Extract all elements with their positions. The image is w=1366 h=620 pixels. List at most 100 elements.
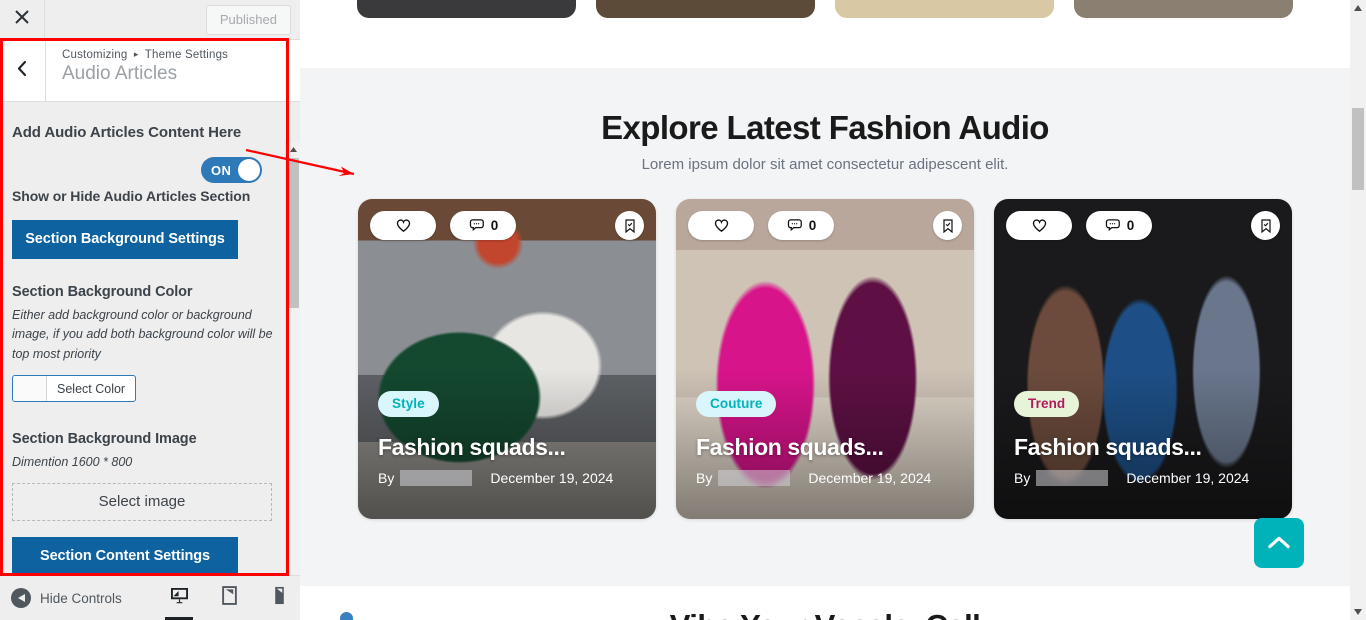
partial-card[interactable] — [596, 0, 815, 18]
color-swatch[interactable] — [13, 376, 47, 402]
customizer-controls: Add Audio Articles Content Here ON Show … — [0, 102, 300, 575]
device-preview-switcher — [165, 584, 292, 620]
comment-button[interactable]: 0 — [1086, 211, 1152, 240]
publish-date: December 19, 2024 — [1126, 470, 1250, 486]
heart-icon — [1031, 217, 1048, 234]
toggle-label: Show or Hide Audio Articles Section — [12, 188, 251, 204]
breadcrumb-root[interactable]: Customizing — [62, 49, 127, 61]
sidebar-scrollbar[interactable] — [285, 142, 300, 575]
bookmark-button[interactable] — [933, 211, 962, 240]
breadcrumb[interactable]: Customizing ▸ Theme Settings — [62, 49, 228, 61]
author-name-redacted[interactable] — [1036, 470, 1109, 486]
comment-count: 0 — [490, 218, 499, 233]
comment-count: 0 — [1126, 218, 1135, 233]
device-mobile-button[interactable] — [266, 584, 292, 612]
audio-articles-section: Explore Latest Fashion Audio Lorem ipsum… — [300, 68, 1350, 586]
background-image-title: Section Background Image — [12, 431, 197, 448]
show-hide-section-toggle[interactable]: ON — [201, 157, 262, 183]
customizer-screen: Explore Latest Fashion Audio Lorem ipsum… — [0, 0, 1366, 620]
bookmark-check-icon — [940, 218, 956, 234]
comment-button[interactable]: 0 — [450, 211, 516, 240]
next-section-title: Vibe Your Vocals, Call — [300, 608, 1350, 620]
bookmark-button[interactable] — [615, 211, 644, 240]
scroll-to-top-button[interactable] — [1254, 518, 1304, 568]
audio-article-card[interactable]: 0 Style Fashion squads... By December 19… — [358, 199, 656, 519]
toggle-state-label: ON — [211, 162, 232, 178]
audio-article-card[interactable]: 0 Trend Fashion squads... By December 19… — [994, 199, 1292, 519]
audio-article-card[interactable]: 0 Couture Fashion squads... By December … — [676, 199, 974, 519]
panel-header-text: Customizing ▸ Theme Settings Audio Artic… — [46, 40, 228, 101]
caret-left-circle-icon — [11, 588, 31, 608]
next-section-partial: Vibe Your Vocals, Call — [300, 586, 1350, 620]
by-label: By — [696, 470, 713, 486]
close-icon — [15, 10, 29, 29]
comment-bubble-icon — [1104, 217, 1121, 234]
device-desktop-button[interactable] — [165, 584, 193, 620]
sidebar-scrollbar-thumb[interactable] — [288, 158, 299, 308]
site-preview: Explore Latest Fashion Audio Lorem ipsum… — [300, 0, 1366, 620]
breadcrumb-parent[interactable]: Theme Settings — [145, 49, 228, 61]
comment-bubble-icon — [786, 217, 803, 234]
partial-card[interactable] — [1074, 0, 1293, 18]
category-badge[interactable]: Trend — [1014, 391, 1080, 417]
audio-article-card-grid: 0 Style Fashion squads... By December 19… — [300, 199, 1350, 519]
panel-title: Audio Articles — [62, 63, 178, 84]
card-meta: By December 19, 2024 — [1014, 470, 1276, 486]
like-button[interactable] — [688, 211, 754, 240]
card-meta: By December 19, 2024 — [696, 470, 958, 486]
chevron-left-icon — [16, 60, 29, 82]
author-name-redacted[interactable] — [718, 470, 791, 486]
card-title[interactable]: Fashion squads... — [696, 434, 958, 461]
preview-scrollbar[interactable] — [1350, 0, 1366, 620]
previous-section-partial — [300, 0, 1350, 68]
toggle-knob — [238, 159, 260, 181]
select-color-label: Select Color — [57, 381, 126, 396]
card-title[interactable]: Fashion squads... — [1014, 434, 1276, 461]
by-label: By — [378, 470, 395, 486]
category-badge[interactable]: Style — [378, 391, 439, 417]
card-action-bar: 0 — [688, 211, 962, 240]
card-title[interactable]: Fashion squads... — [378, 434, 640, 461]
published-button[interactable]: Published — [205, 4, 291, 35]
section-heading: Add Audio Articles Content Here — [12, 124, 242, 141]
sidebar-scrollbar-up-arrow[interactable] — [286, 142, 300, 157]
background-color-title: Section Background Color — [12, 284, 193, 300]
select-image-dropzone[interactable]: Select image — [12, 482, 272, 521]
comment-button[interactable]: 0 — [768, 211, 834, 240]
card-meta: By December 19, 2024 — [378, 470, 640, 486]
scrollbar-down-arrow[interactable] — [1350, 604, 1366, 620]
customizer-footer: Hide Controls — [0, 575, 300, 620]
section-content-settings-button[interactable]: Section Content Settings — [12, 536, 238, 575]
breadcrumb-separator-icon: ▸ — [133, 49, 139, 59]
bookmark-button[interactable] — [1251, 211, 1280, 240]
partial-card[interactable] — [835, 0, 1054, 18]
bookmark-check-icon — [1258, 218, 1274, 234]
section-subtitle: Lorem ipsum dolor sit amet consectetur a… — [641, 156, 1009, 173]
by-label: By — [1014, 470, 1031, 486]
like-button[interactable] — [1006, 211, 1072, 240]
heart-icon — [395, 217, 412, 234]
toggle-row: ON — [12, 157, 288, 183]
device-tablet-button[interactable] — [216, 584, 242, 612]
background-color-picker[interactable]: Select Color — [12, 375, 137, 403]
publish-date: December 19, 2024 — [490, 470, 614, 486]
hide-controls-button[interactable]: Hide Controls — [0, 588, 122, 608]
card-action-bar: 0 — [1006, 211, 1280, 240]
close-customizer-button[interactable] — [0, 0, 45, 39]
scrollbar-up-arrow[interactable] — [1350, 0, 1366, 16]
author-name-redacted[interactable] — [400, 470, 473, 486]
back-button[interactable] — [0, 40, 46, 101]
section-background-settings-button[interactable]: Section Background Settings — [12, 220, 238, 259]
section-title: Explore Latest Fashion Audio — [601, 109, 1049, 146]
bookmark-check-icon — [622, 218, 638, 234]
heart-icon — [713, 217, 730, 234]
partial-card[interactable] — [357, 0, 576, 18]
like-button[interactable] — [370, 211, 436, 240]
customizer-sidebar: Published Customizing ▸ Theme Settings A… — [0, 0, 300, 620]
category-badge[interactable]: Couture — [696, 391, 777, 417]
chevron-up-icon — [1268, 535, 1290, 552]
scrollbar-thumb[interactable] — [1352, 108, 1364, 190]
customizer-topbar: Published — [0, 0, 300, 40]
publish-date: December 19, 2024 — [808, 470, 932, 486]
